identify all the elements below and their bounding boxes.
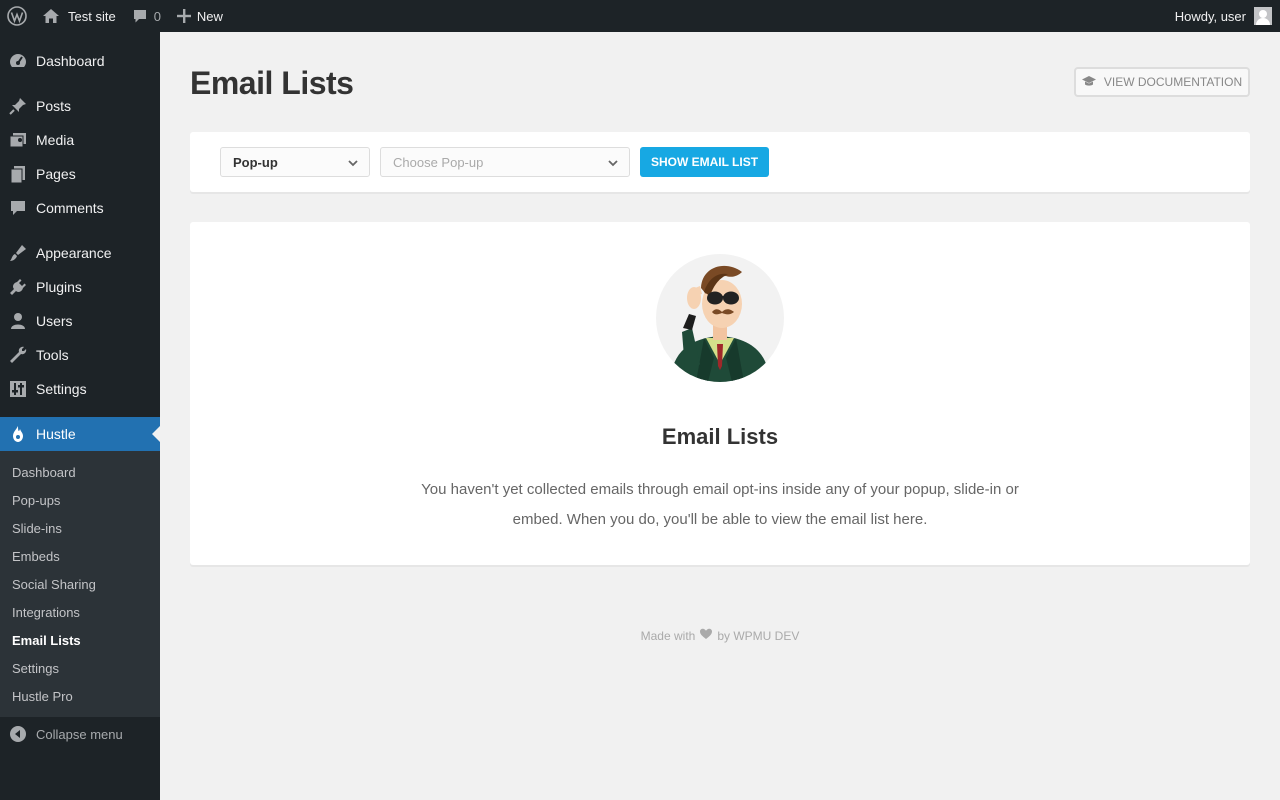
main-content: Email Lists View Documentation Pop-up Ch… [160, 32, 1280, 800]
sidebar-item-label: Media [36, 132, 75, 148]
submenu-item-integrations[interactable]: Integrations [0, 598, 160, 626]
empty-state-box: Email Lists You haven't yet collected em… [190, 222, 1250, 565]
popup-select[interactable]: Choose Pop-up [380, 147, 630, 177]
submenu-item-social-sharing[interactable]: Social Sharing [0, 570, 160, 598]
sidebar-item-comments[interactable]: Comments [0, 191, 160, 225]
popup-select-placeholder: Choose Pop-up [393, 154, 484, 170]
show-email-list-button[interactable]: Show Email List [640, 147, 769, 177]
submenu-item-settings[interactable]: Settings [0, 654, 160, 682]
sidebar-item-tools[interactable]: Tools [0, 338, 160, 372]
comments-count: 0 [153, 8, 161, 24]
sidebar-item-settings[interactable]: Settings [0, 372, 160, 406]
sidebar-item-label: Dashboard [36, 53, 105, 69]
avatar [1254, 7, 1272, 25]
dashboard-icon [8, 51, 28, 71]
page-title: Email Lists [190, 65, 354, 101]
sidebar-item-label: Hustle [36, 426, 76, 442]
sidebar-item-label: Settings [36, 381, 87, 397]
sidebar-item-pages[interactable]: Pages [0, 157, 160, 191]
module-type-value: Pop-up [233, 154, 278, 170]
submenu-item-dashboard[interactable]: Dashboard [0, 458, 160, 486]
user-icon [8, 311, 28, 331]
sidebar-item-media[interactable]: Media [0, 123, 160, 157]
comment-icon [8, 198, 28, 218]
admin-bar: Test site 0 New Howdy, user [0, 0, 1280, 32]
submenu-item-embeds[interactable]: Embeds [0, 542, 160, 570]
settings-icon [8, 379, 28, 399]
sidebar-item-hustle[interactable]: Hustle [0, 417, 160, 451]
brush-icon [8, 243, 28, 263]
hustle-icon [8, 424, 28, 444]
submenu-item-popups[interactable]: Pop-ups [0, 486, 160, 514]
view-documentation-button[interactable]: View Documentation [1074, 67, 1250, 97]
sidebar-item-label: Pages [36, 166, 76, 182]
hustle-character-illustration [656, 254, 784, 382]
view-documentation-label: View Documentation [1103, 75, 1243, 89]
collapse-menu-button[interactable]: Collapse menu [0, 717, 160, 751]
site-name: Test site [68, 8, 116, 24]
greeting: Howdy, user [1174, 8, 1246, 24]
submenu-item-email-lists[interactable]: Email Lists [0, 626, 160, 654]
sidebar-item-label: Comments [36, 200, 104, 216]
wrench-icon [8, 345, 28, 365]
media-icon [8, 130, 28, 150]
empty-state-title: Email Lists [661, 424, 779, 449]
graduation-cap-icon [1081, 75, 1096, 90]
sidebar-item-plugins[interactable]: Plugins [0, 270, 160, 304]
new-label: New [196, 8, 223, 24]
sidebar-item-label: Posts [36, 98, 72, 114]
admin-sidebar: Dashboard Posts Media Pages Comments App… [0, 32, 160, 800]
plug-icon [8, 277, 28, 297]
pin-icon [8, 96, 28, 116]
email-list-filter-box: Pop-up Choose Pop-up Show Email List [190, 132, 1250, 192]
pages-icon [8, 164, 28, 184]
sidebar-item-users[interactable]: Users [0, 304, 160, 338]
sidebar-item-label: Appearance [36, 245, 112, 261]
heart-icon [699, 628, 713, 643]
sidebar-item-label: Plugins [36, 279, 82, 295]
site-name-link[interactable]: Test site [34, 0, 124, 32]
sidebar-item-label: Tools [36, 347, 69, 363]
footer-made-with: Made with [640, 628, 696, 643]
empty-state-description: You haven't yet collected emails through… [421, 481, 1019, 528]
plus-icon [176, 9, 191, 23]
sidebar-item-appearance[interactable]: Appearance [0, 236, 160, 270]
collapse-arrow-icon [8, 724, 28, 744]
submenu-item-slideins[interactable]: Slide-ins [0, 514, 160, 542]
my-account-link[interactable]: Howdy, user [1167, 0, 1280, 32]
chevron-down-icon [607, 157, 619, 172]
collapse-menu-label: Collapse menu [36, 726, 123, 742]
submenu-item-hustle-pro[interactable]: Hustle Pro [0, 682, 160, 710]
sidebar-item-posts[interactable]: Posts [0, 89, 160, 123]
comment-icon [132, 8, 148, 24]
home-icon [42, 8, 60, 24]
module-type-select[interactable]: Pop-up [220, 147, 370, 177]
sidebar-item-dashboard[interactable]: Dashboard [0, 44, 160, 78]
hustle-submenu: Dashboard Pop-ups Slide-ins Embeds Socia… [0, 451, 160, 717]
footer: Made with by WPMU DEV [160, 628, 1280, 643]
comments-link[interactable]: 0 [124, 0, 169, 32]
wordpress-logo-icon[interactable] [0, 0, 34, 32]
sidebar-item-label: Users [36, 313, 73, 329]
chevron-down-icon [347, 157, 359, 172]
new-content-link[interactable]: New [169, 0, 231, 32]
footer-by-wpmudev[interactable]: by WPMU DEV [717, 629, 799, 643]
